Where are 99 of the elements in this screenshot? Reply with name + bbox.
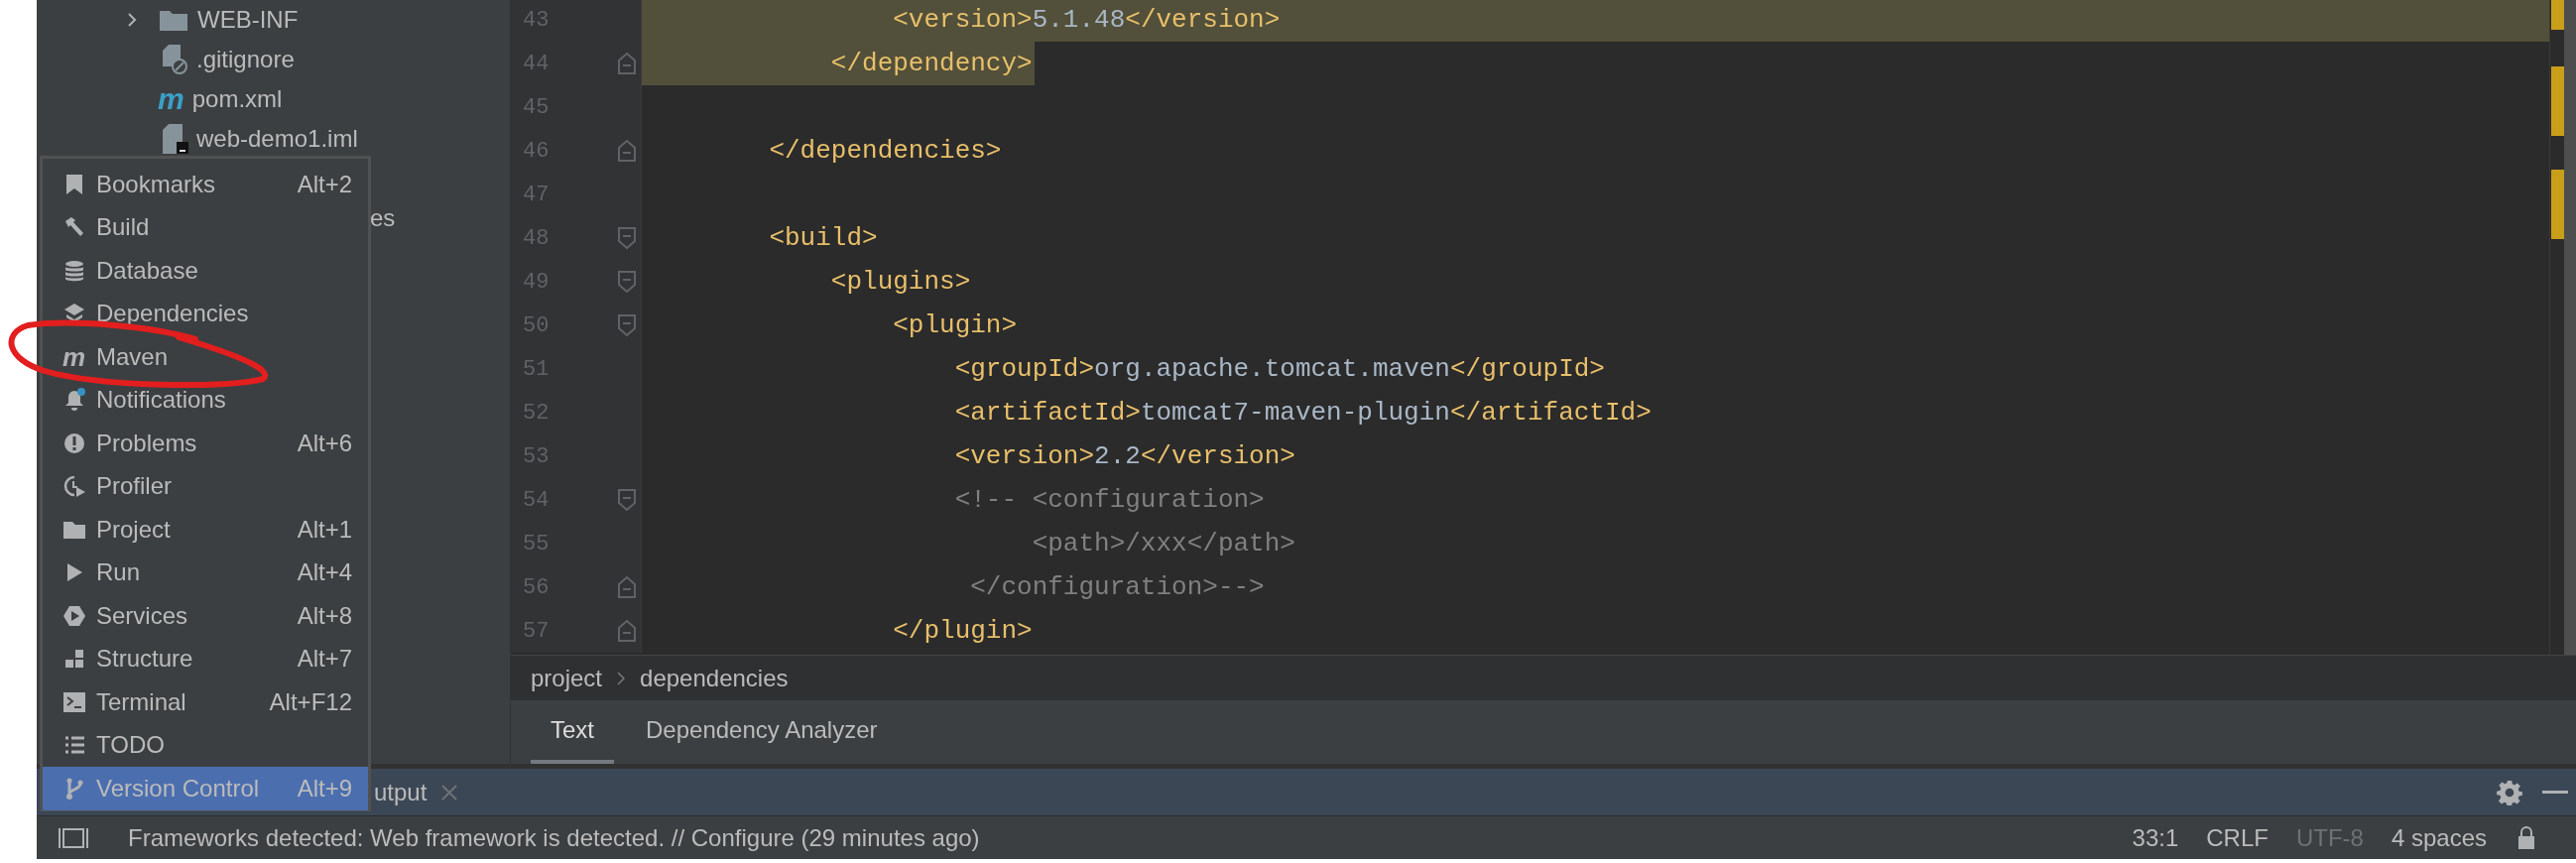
menu-item[interactable]: m Maven xyxy=(43,335,368,379)
code-text: <groupId> xyxy=(953,352,1095,386)
shortcut-label: Alt+7 xyxy=(297,644,352,675)
code-text: </version> xyxy=(1125,3,1281,37)
menu-item-label: Terminal xyxy=(96,686,187,717)
menu-item-label: Services xyxy=(96,600,189,631)
menu-item[interactable]: Dependencies xyxy=(43,292,368,335)
code-text: org.apache.tomcat.maven xyxy=(1094,352,1450,386)
menu-item[interactable]: Services Alt+8 xyxy=(43,594,368,638)
breadcrumb-separator-icon xyxy=(616,670,627,686)
menu-item[interactable]: Build xyxy=(43,205,368,249)
menu-item-label: TODO xyxy=(96,730,166,761)
shortcut-label: Alt+9 xyxy=(297,773,352,803)
menu-item-label: Profiler xyxy=(96,471,174,502)
indent-setting[interactable]: 4 spaces xyxy=(2391,819,2487,856)
menu-item-label: Database xyxy=(96,255,199,286)
menu-item-label: Structure xyxy=(96,644,194,675)
fold-end-icon xyxy=(617,620,637,642)
menu-item[interactable]: Profiler xyxy=(43,464,368,508)
minimize-icon[interactable] xyxy=(2542,790,2568,795)
menu-item-label: Run xyxy=(96,557,142,588)
panel-toggle-icon xyxy=(59,825,88,850)
warning-marker[interactable] xyxy=(2551,0,2564,30)
tree-item-label[interactable]: WEB-INF xyxy=(197,2,299,38)
code-text: <plugin> xyxy=(892,308,1018,342)
services-icon xyxy=(62,603,86,628)
fold-end-icon xyxy=(617,53,637,74)
fold-end-icon xyxy=(617,576,637,598)
menu-item-label: Build xyxy=(96,212,151,243)
shortcut-label: Alt+4 xyxy=(297,557,352,588)
warning-marker[interactable] xyxy=(2551,66,2564,136)
code-text: </dependencies> xyxy=(768,134,1002,168)
menu-item[interactable]: Database xyxy=(43,249,368,293)
code-text: <!-- <configuration> xyxy=(953,483,1265,517)
fold-start-icon xyxy=(617,314,637,336)
breadcrumb[interactable]: dependencies xyxy=(640,660,789,696)
menu-item-label: Project xyxy=(96,514,172,545)
menu-item-label: Version Control xyxy=(96,773,261,803)
code-text: </version> xyxy=(1140,439,1295,473)
code-text: <artifactId> xyxy=(953,396,1141,430)
tree-item-label[interactable]: .gitignore xyxy=(196,42,295,77)
menu-item-label: Problems xyxy=(96,428,198,458)
database-icon xyxy=(62,258,86,283)
shortcut-label: Alt+F12 xyxy=(269,686,352,717)
tree-item-label[interactable]: es xyxy=(370,200,396,236)
shortcut-label: Alt+8 xyxy=(297,600,352,631)
code-text: </dependency> xyxy=(829,47,1033,80)
menu-item-label: Bookmarks xyxy=(96,169,217,199)
folder-icon xyxy=(160,9,187,31)
menu-item[interactable]: Run Alt+4 xyxy=(43,551,368,594)
close-icon xyxy=(440,783,459,801)
tool-window-tab[interactable]: utput xyxy=(374,774,428,810)
code-text: 5.1.48 xyxy=(1032,3,1126,37)
status-message[interactable]: Frameworks detected: Web framework is detected. // Configure (29 minutes ago) xyxy=(128,819,980,856)
code-text: <plugins> xyxy=(829,265,971,299)
shortcut-label: Alt+2 xyxy=(297,169,352,199)
tree-item-label[interactable]: pom.xml xyxy=(191,81,283,117)
settings-icon[interactable] xyxy=(2497,779,2522,805)
fold-start-icon xyxy=(617,271,637,293)
line-separator[interactable]: CRLF xyxy=(2206,819,2269,856)
code-text: <path>/xxx</path> xyxy=(1031,527,1295,560)
code-text: </groupId> xyxy=(1449,352,1605,386)
ignored-file-icon xyxy=(163,45,188,74)
editor-tab[interactable]: Dependency Analyzer xyxy=(626,700,898,764)
menu-item[interactable]: Structure Alt+7 xyxy=(43,637,368,680)
code-text: </artifactId> xyxy=(1449,396,1652,430)
scrollbar[interactable] xyxy=(2564,0,2576,655)
menu-item-label: Notifications xyxy=(96,385,227,416)
menu-item[interactable]: Bookmarks Alt+2 xyxy=(43,163,368,206)
exclamation-circle-icon xyxy=(62,431,86,455)
menu-item[interactable]: Project Alt+1 xyxy=(43,508,368,552)
menu-item[interactable]: Notifications xyxy=(43,378,368,422)
warning-marker[interactable] xyxy=(2551,170,2564,239)
code-text: </configuration>--> xyxy=(969,570,1265,604)
caret-position[interactable]: 33:1 xyxy=(2132,819,2179,856)
menu-item[interactable]: TODO xyxy=(43,723,368,767)
menu-item-label: Dependencies xyxy=(96,299,250,329)
tree-item-label[interactable]: web-demo1.iml xyxy=(196,121,358,157)
code-text: <build> xyxy=(768,221,878,255)
module-file-icon xyxy=(163,124,188,154)
menu-item-label: Maven xyxy=(96,341,170,372)
lock-icon xyxy=(2516,825,2536,850)
terminal-icon xyxy=(62,689,86,714)
fold-end-icon xyxy=(617,140,637,162)
breadcrumb[interactable]: project xyxy=(531,660,603,696)
menu-item[interactable]: Problems Alt+6 xyxy=(43,422,368,465)
fold-start-icon xyxy=(617,489,637,511)
shortcut-label: Alt+1 xyxy=(297,514,352,545)
code-text: <version> xyxy=(953,439,1095,473)
code-text: <version> xyxy=(892,3,1033,37)
menu-item[interactable]: Terminal Alt+F12 xyxy=(43,680,368,724)
fold-start-icon xyxy=(617,227,637,249)
code-text: tomcat7-maven-plugin xyxy=(1140,396,1450,430)
code-text: </plugin> xyxy=(892,614,1033,648)
shortcut-label: Alt+6 xyxy=(297,428,352,458)
maven-icon: m xyxy=(158,84,184,114)
code-text: 2.2 xyxy=(1094,439,1141,473)
maven-icon: m xyxy=(62,343,86,370)
profiler-icon xyxy=(62,474,86,499)
